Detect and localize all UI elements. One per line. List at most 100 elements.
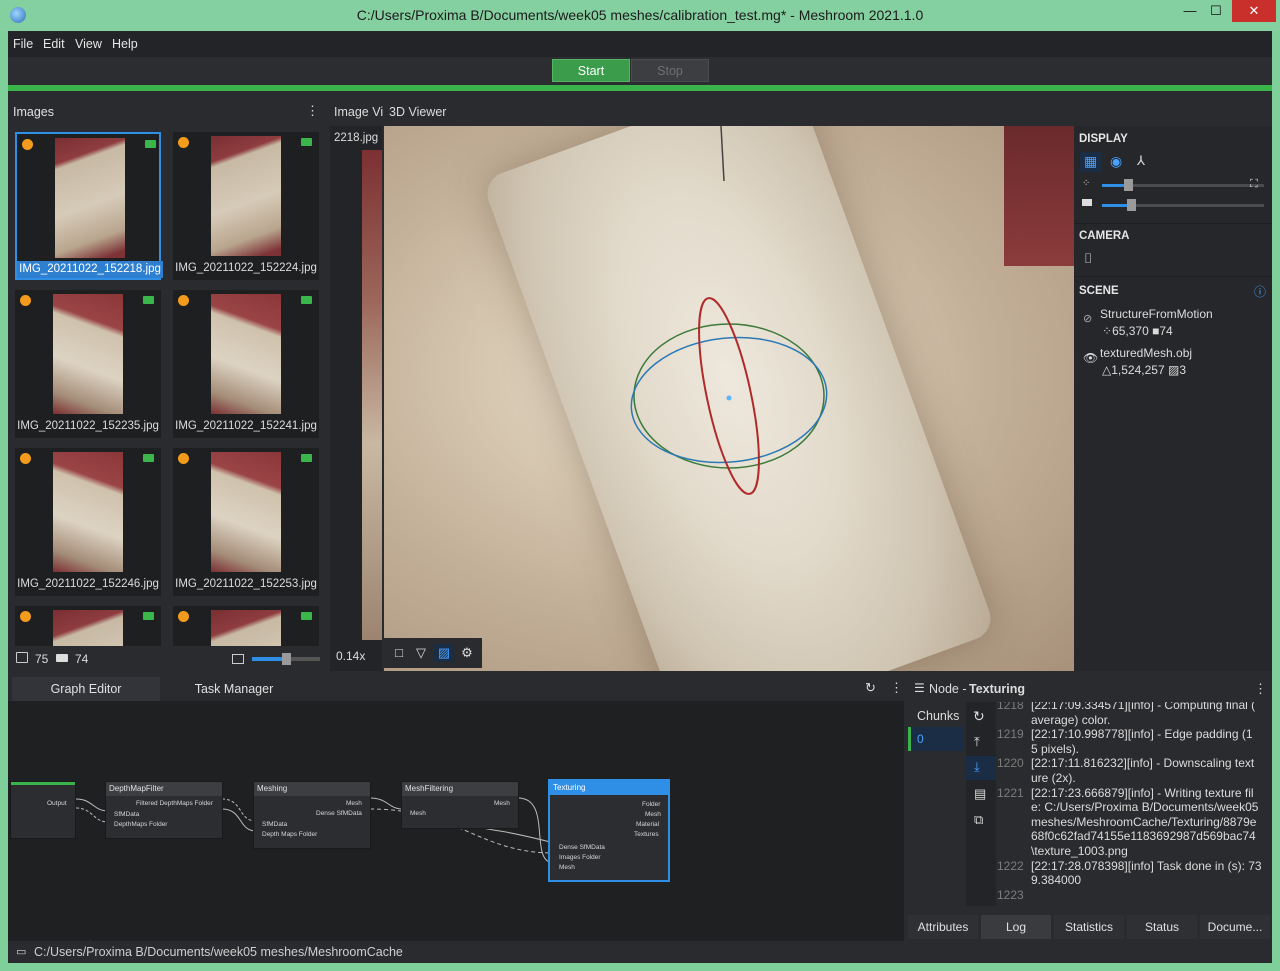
tab-task-manager[interactable]: Task Manager [160,677,308,701]
filter-icon[interactable]: ▽ [411,644,431,662]
settings-icon[interactable]: ⚙ [457,644,477,662]
start-button[interactable]: Start [552,59,630,82]
intrinsic-status-icon [178,137,189,148]
log-line-text: [22:17:28.078398][info] Task done in (s)… [1031,858,1262,873]
window-title: C:/Users/Proxima B/Documents/week05 mesh… [356,7,924,23]
tab-image-viewer[interactable]: Image Vi [334,105,383,119]
graph-node[interactable]: Output [10,781,76,839]
node-title: DepthMapFilter [106,782,222,796]
clipboard-icon[interactable]: ▤ [974,786,986,802]
stop-button[interactable]: Stop [631,59,709,82]
tab-log[interactable]: Log [981,915,1051,939]
scene-item-name[interactable]: StructureFromMotion [1100,307,1213,321]
slider-handle[interactable] [1127,199,1136,211]
log-line-number: 1220 [997,756,1024,771]
trackball-gizmo[interactable] [384,126,1074,671]
port-filtered-depthmaps: Filtered DepthMaps Folder [136,800,213,807]
scene-item-name[interactable]: texturedMesh.obj [1100,346,1192,360]
visible-icon[interactable]: 👁 [1083,351,1098,365]
maximize-button[interactable]: ☐ [1202,0,1230,22]
camera-icon [301,454,312,462]
thumbnail[interactable]: IMG_20211022_152218.jpg [15,132,163,280]
thumbnail-image [55,138,125,258]
slider-handle[interactable] [1124,179,1133,191]
wireframe-icon[interactable]: ▨ [434,644,454,662]
camera-icon [143,296,154,304]
log-line: 9.384000 [997,873,1272,888]
scene-section-title: SCENE [1079,285,1119,297]
title-bar: C:/Users/Proxima B/Documents/week05 mesh… [0,0,1280,31]
tab-3d-viewer[interactable]: 3D Viewer [389,105,446,119]
more-options-icon[interactable]: ⋮ [890,680,903,696]
tab-status[interactable]: Status [1127,915,1197,939]
camera-icon [143,612,154,620]
square-icon[interactable]: □ [389,644,409,662]
intrinsic-status-icon [178,611,189,622]
hidden-icon[interactable]: ⊘ [1083,312,1092,325]
camera-section-title: CAMERA [1079,230,1130,242]
scroll-top-icon[interactable]: ⤒ [974,734,980,750]
status-bar: ▭ C:/Users/Proxima B/Documents/week05 me… [8,941,1272,963]
tab-statistics[interactable]: Statistics [1054,915,1124,939]
tab-attributes[interactable]: Attributes [908,915,978,939]
thumbnail[interactable]: IMG_20211022_152235.jpg [15,290,161,438]
thumbnail[interactable]: IMG_20211022_152224.jpg [173,132,319,280]
menu-help[interactable]: Help [112,37,138,51]
close-button[interactable]: ✕ [1232,0,1276,22]
log-line: 1220 [22:17:11.816232][info] - Downscalin… [997,756,1272,771]
open-external-icon[interactable]: ⧉ [974,812,983,828]
autoscroll-toggle[interactable]: ⤓ [966,756,996,780]
thumbnail[interactable] [173,606,319,646]
thumbnail[interactable]: IMG_20211022_152253.jpg [173,448,319,596]
point-size-slider[interactable] [1102,179,1264,191]
graph-node-texturing[interactable]: Texturing Folder Mesh Material Textures … [548,779,670,882]
minimize-button[interactable]: — [1176,0,1204,22]
slider-handle[interactable] [282,653,291,665]
fixed-size-icon[interactable]: ⛶ [1250,178,1258,191]
3d-viewer[interactable] [384,126,1074,671]
more-options-icon[interactable]: ⋮ [1254,681,1267,697]
axis-icon[interactable]: ⅄ [1137,153,1145,169]
menu-file[interactable]: File [13,37,33,51]
port-sfmdata: SfMData [114,811,140,818]
info-icon[interactable]: ⓘ [1254,283,1266,300]
log-line-number: 1221 [997,785,1024,800]
log-line-number: 1219 [997,727,1024,742]
chunk-item[interactable]: 0 [908,727,964,751]
folder-icon[interactable]: ▭ [16,945,26,958]
port-mesh: Mesh [645,811,661,818]
refresh-icon[interactable]: ↻ [865,680,876,696]
graph-node-depthmapfilter[interactable]: DepthMapFilter Filtered DepthMaps Folder… [105,781,223,839]
intrinsic-status-icon [178,453,189,464]
reload-icon[interactable]: ↻ [973,708,985,725]
divider [1074,223,1272,224]
grid-toggle[interactable]: ▦ [1080,152,1102,172]
camera-count: 74 [75,652,89,666]
camera-scale-slider[interactable] [1102,199,1264,211]
thumbnail[interactable]: IMG_20211022_152246.jpg [15,448,161,596]
log-line: 1221 [22:17:23.666879][info] - Writing te… [997,786,1272,801]
menu-view[interactable]: View [75,37,102,51]
log-view[interactable]: 1218 [22:17:09.334571][info] - Computing … [997,702,1272,904]
port-dense-sfmdata: Dense SfMData [316,810,362,817]
scene-item-stats: △1,524,257 ▨3 [1102,363,1186,377]
more-options-icon[interactable]: ⋮ [306,103,319,119]
tab-documentation[interactable]: Docume... [1200,915,1270,939]
port-dense-sfmdata: Dense SfMData [559,844,605,851]
thumbnail[interactable]: IMG_20211022_152241.jpg [173,290,319,438]
log-line-number: 1223 [997,887,1024,902]
gizmo-icon[interactable]: ◉ [1110,153,1122,170]
menu-edit[interactable]: Edit [43,37,65,51]
scroll-bottom-icon: ⤓ [974,759,980,774]
image-count: 75 [35,652,49,666]
graph-node-meshfiltering[interactable]: MeshFiltering Mesh Mesh [401,781,519,829]
camera-snapshot-icon[interactable]: ⌷ [1084,250,1092,267]
graph-node-meshing[interactable]: Meshing Mesh Dense SfMData SfMData Depth… [253,781,371,849]
graph-tabs: Graph Editor Task Manager ↻ ⋮ [8,675,904,701]
thumbnail[interactable] [15,606,161,646]
thumbnail-image [53,610,123,646]
tab-graph-editor[interactable]: Graph Editor [12,677,160,701]
thumbnail-size-slider[interactable] [252,653,320,665]
cache-path[interactable]: C:/Users/Proxima B/Documents/week05 mesh… [34,945,403,959]
images-footer: 75 74 [8,647,326,671]
